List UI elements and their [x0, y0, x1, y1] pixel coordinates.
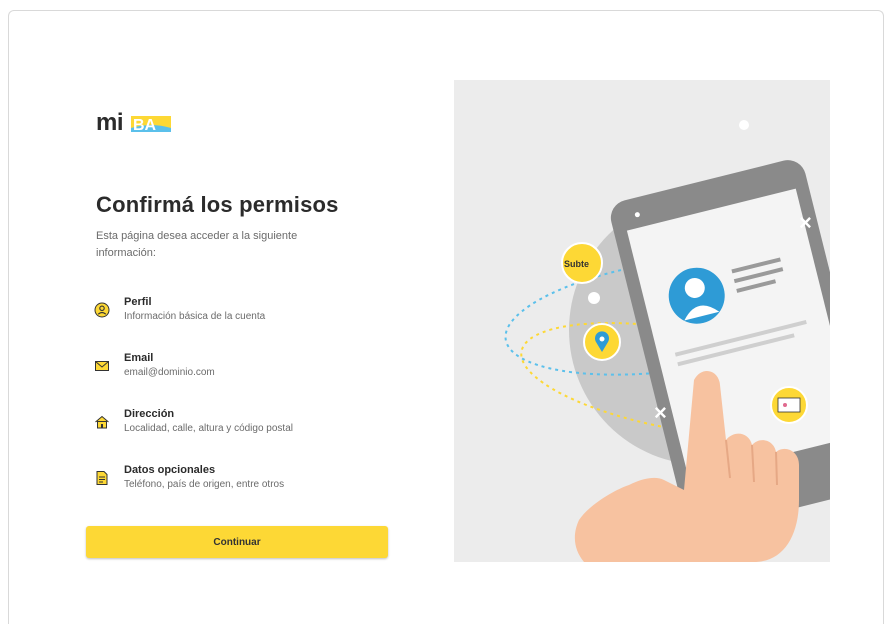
- logo-text: mi: [96, 109, 124, 136]
- permission-item-email: Email email@dominio.com: [94, 352, 394, 408]
- svg-text:×: ×: [654, 400, 667, 425]
- permissions-illustration: Subte × ×: [454, 80, 830, 562]
- permission-title: Datos opcionales: [124, 464, 216, 476]
- miba-logo: mi BA: [96, 110, 186, 136]
- permission-title: Perfil: [124, 296, 152, 308]
- continue-button[interactable]: Continuar: [86, 526, 388, 558]
- permission-item-profile: Perfil Información básica de la cuenta: [94, 296, 394, 352]
- profile-icon: [94, 302, 110, 318]
- permission-description: Información básica de la cuenta: [124, 311, 266, 322]
- svg-text:Subte: Subte: [564, 259, 589, 269]
- svg-text:BA: BA: [133, 117, 157, 134]
- logo-ba-mark: BA: [131, 116, 171, 134]
- phone-hand-illustration: Subte × ×: [504, 120, 830, 562]
- permission-title: Email: [124, 352, 154, 364]
- permission-description: Teléfono, país de origen, entre otros: [124, 479, 285, 490]
- home-icon: [95, 415, 109, 429]
- permission-description: Localidad, calle, altura y código postal: [124, 423, 293, 434]
- envelope-icon: [95, 361, 109, 371]
- permission-description: email@dominio.com: [124, 367, 215, 378]
- permission-item-address: Dirección Localidad, calle, altura y cód…: [94, 408, 394, 464]
- svg-text:×: ×: [799, 210, 812, 235]
- permission-item-optional: Datos opcionales Teléfono, país de orige…: [94, 464, 394, 520]
- permissions-list: Perfil Información básica de la cuenta E…: [94, 296, 394, 520]
- page-title: Confirmá los permisos: [96, 192, 339, 217]
- permission-title: Dirección: [124, 408, 175, 420]
- page-subtitle: Esta página desea acceder a la siguiente…: [96, 230, 298, 259]
- document-icon: [96, 471, 108, 485]
